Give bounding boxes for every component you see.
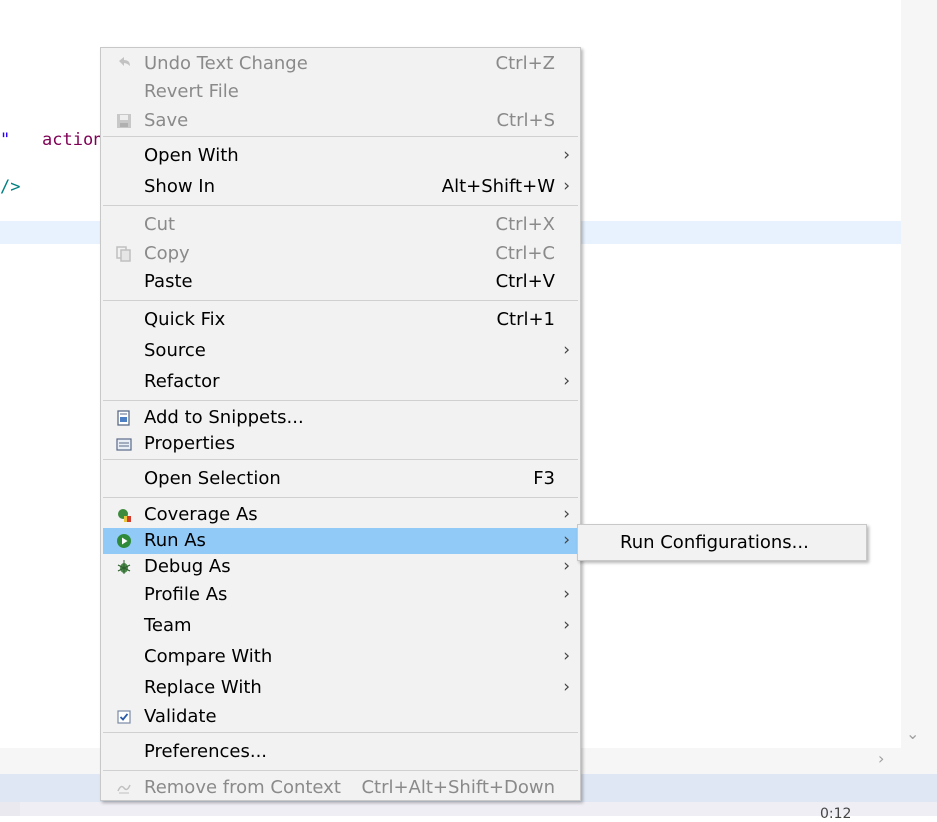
- scroll-down-arrow-icon[interactable]: ⌄: [906, 724, 919, 743]
- code-string-quote: ": [0, 130, 11, 150]
- undo-icon: [119, 57, 130, 66]
- chevron-right-icon: ›: [563, 615, 570, 635]
- debug-bug-icon: [117, 560, 131, 574]
- remove-context-icon: [117, 784, 131, 794]
- properties-icon: [116, 438, 132, 451]
- chevron-right-icon: ›: [563, 584, 570, 604]
- menu-item-copy[interactable]: Copy Ctrl+C: [103, 241, 578, 267]
- chevron-right-icon: ›: [563, 677, 570, 697]
- context-menu: Undo Text Change Ctrl+Z Revert File Save…: [100, 47, 581, 801]
- menu-item-add-to-snippets[interactable]: Add to Snippets...: [103, 405, 578, 431]
- menu-separator: [103, 205, 578, 206]
- chevron-right-icon: ›: [563, 530, 570, 550]
- chevron-right-icon: ›: [563, 145, 570, 165]
- code-tag-close: />: [0, 177, 21, 197]
- menu-item-open-selection[interactable]: Open Selection F3: [103, 466, 578, 492]
- menu-item-compare-with[interactable]: Compare With ›: [103, 644, 578, 670]
- snippet-icon: [117, 410, 130, 426]
- menu-item-remove-from-context[interactable]: Remove from Context Ctrl+Alt+Shift+Down: [103, 775, 578, 801]
- menu-separator: [103, 400, 578, 401]
- menu-item-cut[interactable]: Cut Ctrl+X: [103, 212, 578, 238]
- menu-item-paste[interactable]: Paste Ctrl+V: [103, 269, 578, 295]
- menu-separator: [103, 497, 578, 498]
- coverage-icon: [118, 509, 131, 522]
- menu-item-debug-as[interactable]: Debug As ›: [103, 554, 578, 580]
- menu-item-properties[interactable]: Properties: [103, 431, 578, 457]
- chevron-right-icon: ›: [563, 176, 570, 196]
- menu-item-run-as[interactable]: Run As ›: [103, 528, 578, 554]
- checkbox-checked-icon: [117, 710, 131, 724]
- menu-item-validate[interactable]: Validate: [103, 704, 578, 730]
- status-bar: [0, 802, 937, 816]
- menu-separator: [103, 300, 578, 301]
- menu-separator: [103, 136, 578, 137]
- menu-item-source[interactable]: Source ›: [103, 338, 578, 364]
- menu-item-revert-file[interactable]: Revert File: [103, 79, 578, 105]
- menu-item-open-with[interactable]: Open With ›: [103, 143, 578, 169]
- chevron-right-icon: ›: [563, 556, 570, 576]
- menu-item-preferences[interactable]: Preferences...: [103, 739, 578, 765]
- scrollbar-corner: [901, 748, 937, 774]
- menu-item-refactor[interactable]: Refactor ›: [103, 369, 578, 395]
- menu-item-coverage-as[interactable]: Coverage As ›: [103, 502, 578, 528]
- menu-item-show-in[interactable]: Show In Alt+Shift+W ›: [103, 174, 578, 200]
- copy-icon: [116, 246, 131, 262]
- run-icon: [117, 534, 131, 548]
- submenu-item-run-configurations[interactable]: Run Configurations...: [620, 532, 809, 553]
- scroll-right-arrow-icon[interactable]: ›: [878, 749, 884, 768]
- menu-separator: [103, 732, 578, 733]
- menu-item-team[interactable]: Team ›: [103, 613, 578, 639]
- status-bar-left: [0, 802, 20, 816]
- vertical-scrollbar[interactable]: [901, 0, 937, 748]
- chevron-right-icon: ›: [563, 340, 570, 360]
- cursor-position: 0:12: [820, 806, 852, 822]
- save-icon: [117, 114, 131, 128]
- menu-item-save[interactable]: Save Ctrl+S: [103, 108, 578, 134]
- menu-separator: [103, 459, 578, 460]
- code-attribute-action: action: [42, 130, 104, 150]
- run-as-submenu: Run Configurations...: [577, 524, 867, 561]
- menu-separator: [103, 770, 578, 771]
- menu-item-profile-as[interactable]: Profile As ›: [103, 582, 578, 608]
- menu-item-replace-with[interactable]: Replace With ›: [103, 675, 578, 701]
- menu-item-undo-text-change[interactable]: Undo Text Change Ctrl+Z: [103, 51, 578, 77]
- menu-item-quick-fix[interactable]: Quick Fix Ctrl+1: [103, 307, 578, 333]
- chevron-right-icon: ›: [563, 504, 570, 524]
- chevron-right-icon: ›: [563, 371, 570, 391]
- chevron-right-icon: ›: [563, 646, 570, 666]
